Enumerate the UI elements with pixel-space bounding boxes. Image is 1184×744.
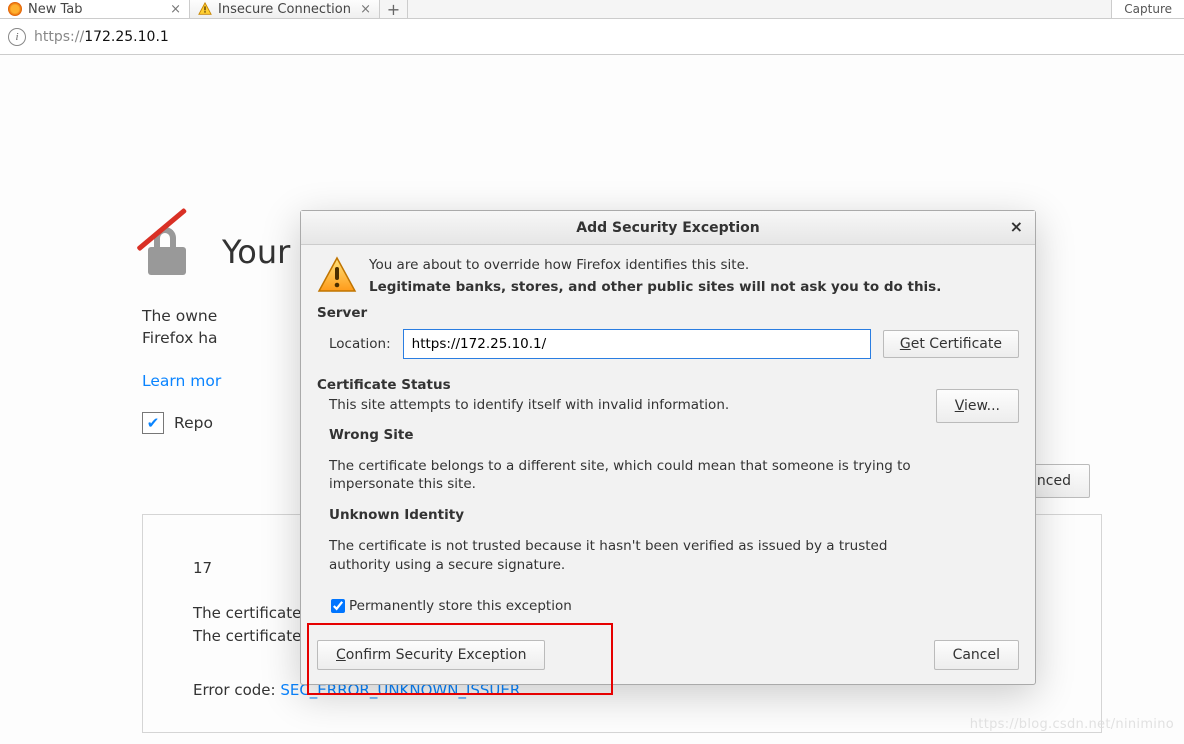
firefox-icon [8,2,22,16]
tab-label: New Tab [28,2,83,17]
report-label: Repo [174,414,213,432]
location-input[interactable] [403,329,871,359]
report-checkbox[interactable]: ✔ [142,412,164,434]
warning-icon [198,2,212,16]
dialog-warn-line2: Legitimate banks, stores, and other publ… [369,279,941,295]
wrong-site-heading: Wrong Site [317,427,918,443]
page-content: Your The owne Firefox ha Learn mor ✔ Rep… [0,55,1184,744]
url-bar: i https://172.25.10.1 [0,19,1184,55]
url-text[interactable]: https://172.25.10.1 [34,29,169,45]
get-certificate-button[interactable]: Get Certificate [883,330,1019,358]
wrong-site-explain: The certificate belongs to a different s… [317,457,918,493]
dialog-warn-line1: You are about to override how Firefox id… [369,257,941,273]
close-icon[interactable]: × [360,2,371,17]
cert-status-sub: This site attempts to identify itself wi… [317,397,918,413]
dialog-titlebar: Add Security Exception × [301,211,1035,245]
page-title: Your [222,233,290,271]
info-icon[interactable]: i [8,28,26,46]
dialog-title: Add Security Exception [576,220,759,236]
confirm-exception-button[interactable]: Confirm Security Exception [317,640,545,670]
cert-status-heading: Certificate Status [317,377,918,393]
unknown-identity-heading: Unknown Identity [317,507,918,523]
unknown-identity-explain: The certificate is not trusted because i… [317,537,918,573]
server-heading: Server [317,305,1019,321]
tab-new-tab[interactable]: New Tab × [0,0,190,18]
location-label: Location: [317,336,391,352]
new-tab-button[interactable]: + [380,0,408,18]
url-scheme: https:// [34,29,84,45]
tab-insecure[interactable]: Insecure Connection × [190,0,380,18]
warning-icon [317,255,357,295]
view-button[interactable]: View... [936,389,1019,423]
close-icon[interactable]: × [1010,217,1023,236]
permanent-label: Permanently store this exception [349,598,572,614]
permanent-checkbox[interactable] [331,599,345,613]
cancel-button[interactable]: Cancel [934,640,1019,670]
watermark: https://blog.csdn.net/ninimino [970,717,1174,732]
close-icon[interactable]: × [170,2,181,17]
insecure-lock-icon [142,227,192,277]
url-host: 172.25.10.1 [84,29,169,45]
capture-button[interactable]: Capture [1111,0,1184,18]
tab-bar: New Tab × Insecure Connection × + Captur… [0,0,1184,19]
security-exception-dialog: Add Security Exception × You are about t… [300,210,1036,685]
tab-label: Insecure Connection [218,2,351,17]
